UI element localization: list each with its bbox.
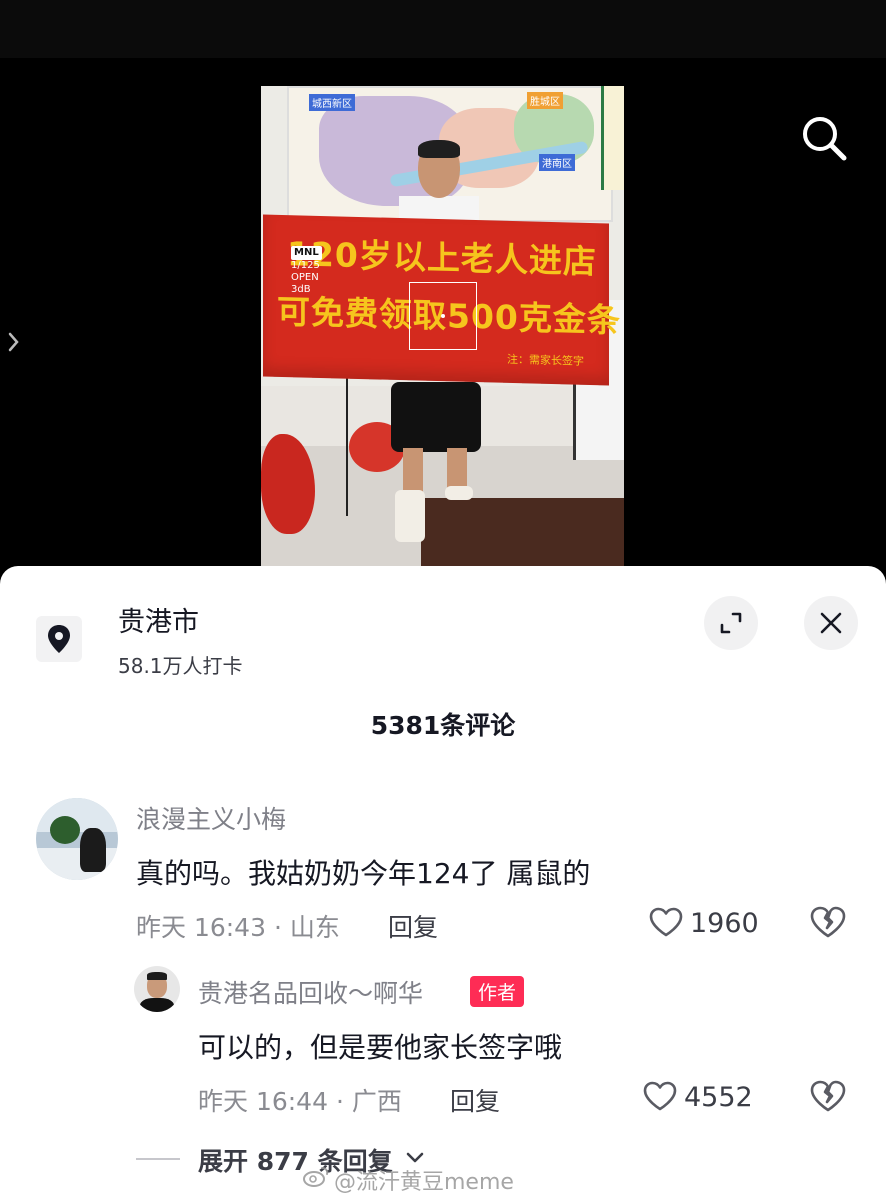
avatar[interactable]	[36, 798, 118, 880]
map-label: 城西新区	[309, 94, 355, 111]
chevron-right-icon[interactable]	[4, 328, 22, 356]
reply-meta: 昨天 16:44 · 广西	[198, 1087, 402, 1116]
map-label: 胜城区	[527, 92, 563, 109]
comments-sheet: 贵港市 58.1万人打卡 5381条评论 浪漫主义小梅 真的吗。我姑奶奶今年12…	[0, 566, 886, 1200]
person-shoe	[395, 490, 425, 542]
location-checkins: 58.1万人打卡	[118, 654, 243, 678]
person-shoe	[445, 486, 473, 500]
wall-poster	[601, 86, 624, 190]
video-frame[interactable]: 城西新区 胜城区 港南区 120岁以上老人进店 可免费领取500克金条 注：需家…	[261, 86, 624, 568]
like-count: 4552	[684, 1082, 753, 1113]
status-bar	[0, 0, 886, 58]
person-leg	[403, 448, 423, 494]
reply-username[interactable]: 贵港名品回收～啊华	[198, 974, 423, 1010]
heart-icon	[649, 907, 683, 937]
location-pin-icon	[48, 625, 70, 653]
map-label: 港南区	[539, 154, 575, 171]
banner-sign: 注：需家长签字	[507, 352, 584, 368]
expand-icon	[720, 612, 742, 634]
close-icon	[820, 612, 842, 634]
desk	[421, 498, 624, 568]
watermark: @流汗黄豆meme	[334, 1170, 514, 1195]
person-hair	[418, 140, 460, 158]
like-count: 1960	[690, 908, 759, 939]
camera-aperture: OPEN	[291, 272, 319, 283]
focus-box	[409, 282, 477, 350]
heart-icon	[643, 1081, 677, 1111]
close-button[interactable]	[804, 596, 858, 650]
camera-shutter: 1/125	[291, 260, 320, 271]
camera-overlay: MNL 1/125 OPEN 3dB	[291, 246, 335, 296]
weibo-logo-icon	[303, 1167, 329, 1187]
camera-brand: MNL	[291, 246, 322, 260]
comment-text: 真的吗。我姑奶奶今年124了 属鼠的	[136, 857, 591, 890]
search-icon[interactable]	[796, 110, 852, 166]
camera-gain: 3dB	[291, 284, 311, 295]
location-name[interactable]: 贵港市	[118, 600, 199, 639]
comment-meta: 昨天 16:43 · 山东	[136, 913, 340, 942]
reply-button[interactable]: 回复	[388, 908, 438, 944]
reply-button[interactable]: 回复	[450, 1082, 500, 1118]
comment-username[interactable]: 浪漫主义小梅	[136, 800, 286, 836]
location-pin-tile[interactable]	[36, 616, 82, 662]
broken-heart-icon[interactable]	[808, 1078, 848, 1114]
reply-text: 可以的，但是要他家长签字哦	[198, 1031, 563, 1064]
divider	[136, 1158, 180, 1160]
comment-count: 5381条评论	[370, 711, 516, 740]
person-shorts	[391, 382, 481, 452]
avatar[interactable]	[134, 966, 180, 1012]
broken-heart-icon[interactable]	[808, 904, 848, 940]
author-badge: 作者	[470, 976, 525, 1007]
tripod	[346, 376, 348, 516]
expand-button[interactable]	[704, 596, 758, 650]
